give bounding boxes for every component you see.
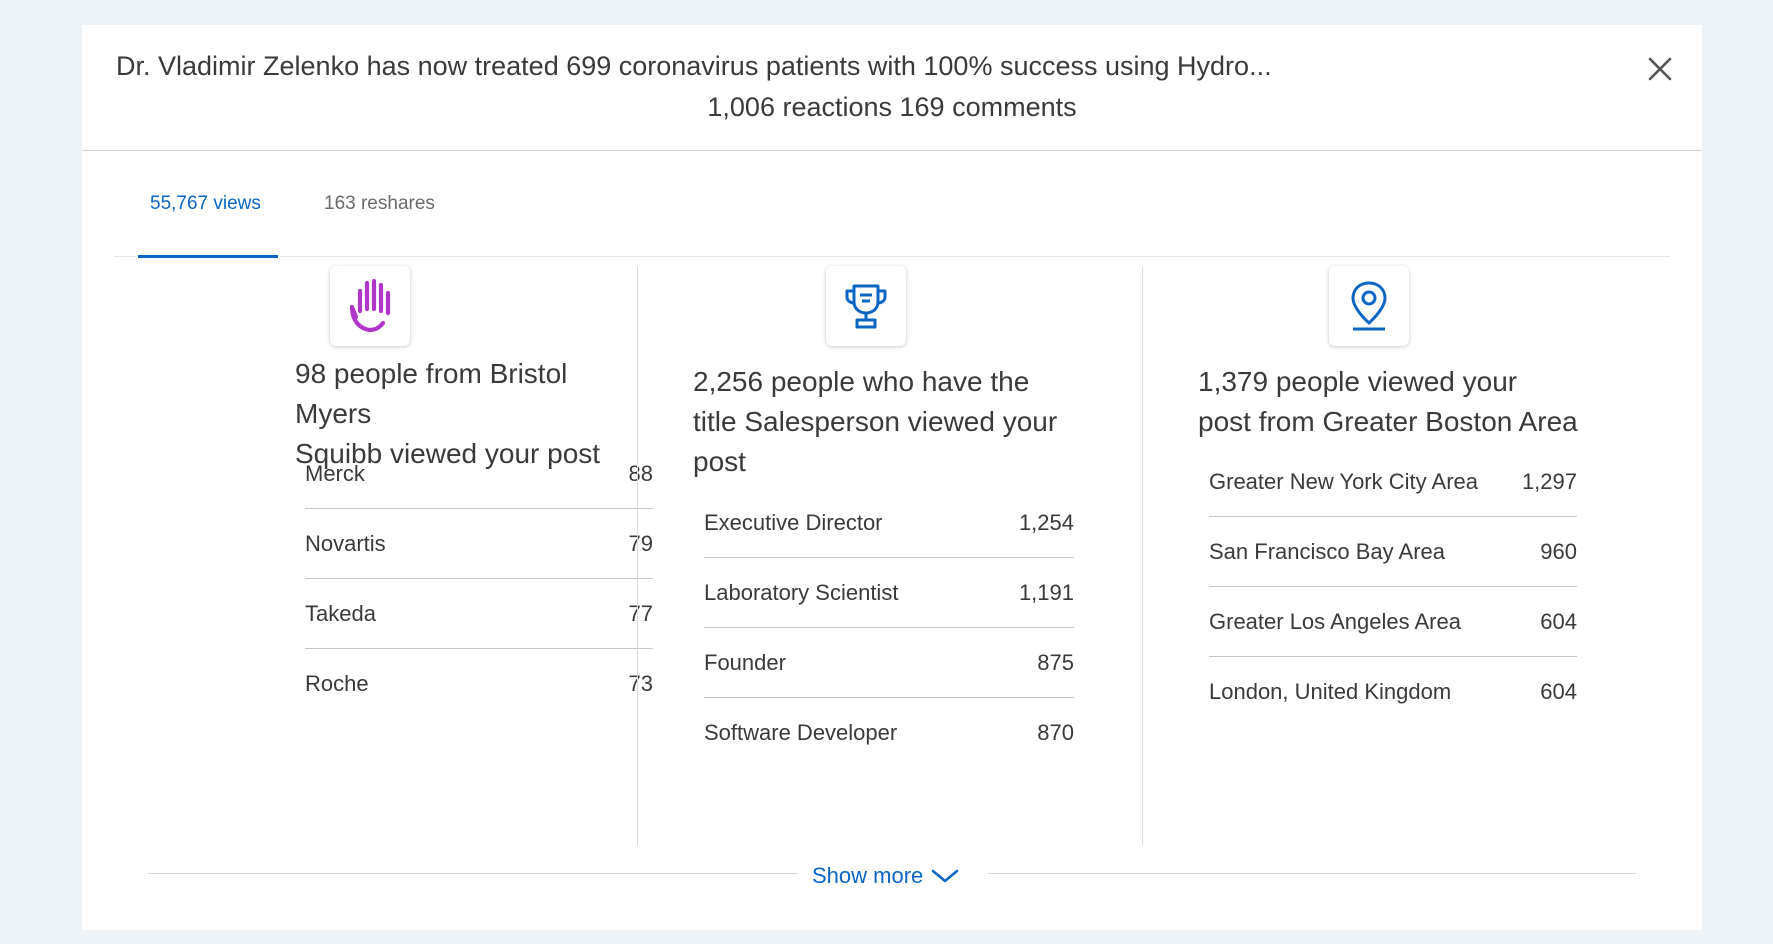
divider-right xyxy=(988,873,1636,874)
list-item[interactable]: San Francisco Bay Area 960 xyxy=(1209,517,1577,587)
list-item[interactable]: Executive Director 1,254 xyxy=(704,488,1074,558)
location-insights-column: 1,379 people viewed your post from Great… xyxy=(1142,266,1647,846)
list-item[interactable]: Roche 73 xyxy=(305,649,653,719)
company-insights-column: 98 people from Bristol Myers Squibb view… xyxy=(132,266,653,846)
list-item[interactable]: London, United Kingdom 604 xyxy=(1209,657,1577,727)
list-item[interactable]: Merck 88 xyxy=(305,439,653,509)
tab-reshares[interactable]: 163 reshares xyxy=(324,193,435,215)
trophy-icon xyxy=(845,284,887,329)
company-list: Merck 88 Novartis 79 Takeda 77 Roche 73 xyxy=(305,439,653,719)
list-item[interactable]: Laboratory Scientist 1,191 xyxy=(704,558,1074,628)
location-list: Greater New York City Area 1,297 San Fra… xyxy=(1209,447,1577,727)
close-button[interactable] xyxy=(1642,51,1678,87)
active-tab-indicator xyxy=(138,255,278,258)
list-item[interactable]: Greater New York City Area 1,297 xyxy=(1209,447,1577,517)
title-insights-column: 2,256 people who have the title Salesper… xyxy=(637,266,1142,846)
title-icon-card xyxy=(826,266,906,346)
list-item[interactable]: Greater Los Angeles Area 604 xyxy=(1209,587,1577,657)
tab-views[interactable]: 55,767 views xyxy=(150,193,261,215)
analytics-modal: Dr. Vladimir Zelenko has now treated 699… xyxy=(82,25,1702,930)
title-insight-headline: 2,256 people who have the title Salesper… xyxy=(693,366,1058,477)
location-pin-icon xyxy=(1351,281,1387,331)
show-more-label: Show more xyxy=(812,863,924,888)
chevron-down-icon xyxy=(931,869,959,883)
divider-left xyxy=(148,873,798,874)
analytics-tabs: 55,767 views 163 reshares xyxy=(114,151,1670,258)
location-icon-card xyxy=(1329,266,1409,346)
show-more-button[interactable]: Show more xyxy=(812,863,959,889)
modal-header: Dr. Vladimir Zelenko has now treated 699… xyxy=(82,25,1702,151)
list-item[interactable]: Novartis 79 xyxy=(305,509,653,579)
list-item[interactable]: Founder 875 xyxy=(704,628,1074,698)
list-item[interactable]: Software Developer 870 xyxy=(704,698,1074,768)
post-engagement-stats[interactable]: 1,006 reactions 169 comments xyxy=(82,92,1702,123)
raised-hand-icon xyxy=(349,278,391,333)
location-insight-headline: 1,379 people viewed your post from Great… xyxy=(1198,366,1578,437)
post-title: Dr. Vladimir Zelenko has now treated 699… xyxy=(116,51,1272,81)
title-list: Executive Director 1,254 Laboratory Scie… xyxy=(704,488,1074,768)
list-item[interactable]: Takeda 77 xyxy=(305,579,653,649)
company-icon-card xyxy=(330,266,410,346)
close-icon[interactable] xyxy=(1642,51,1678,87)
